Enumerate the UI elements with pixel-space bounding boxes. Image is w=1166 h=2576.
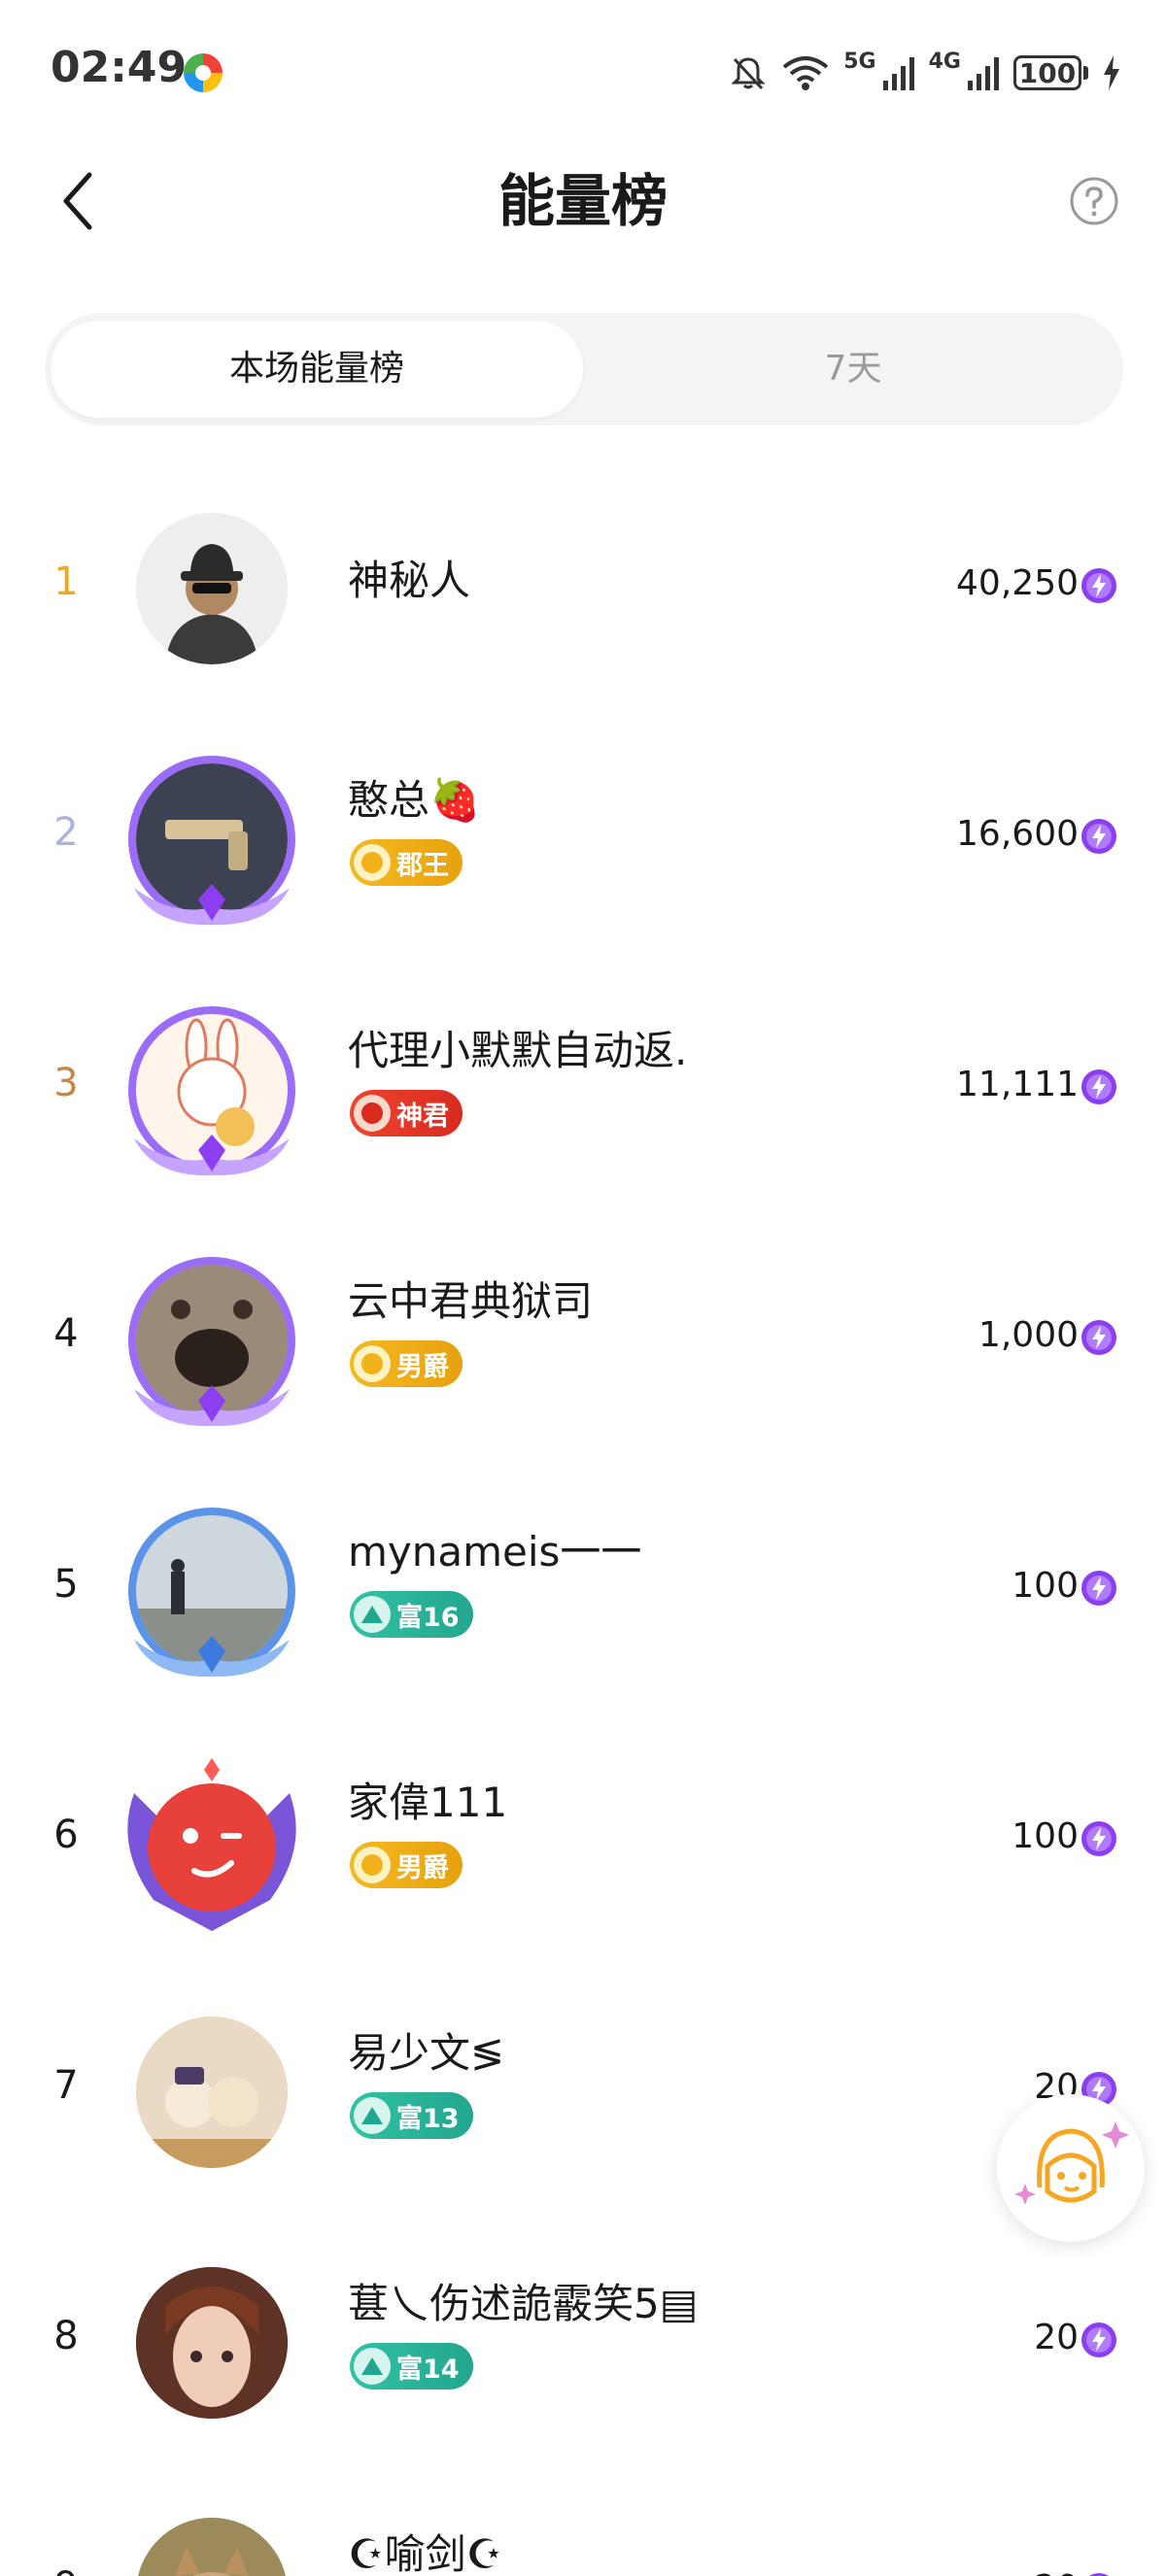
badge-label: 富13 xyxy=(396,2103,460,2134)
rank-number: 7 xyxy=(53,2063,79,2108)
list-item[interactable]: 9 ☪喻剑☪ 20 xyxy=(0,2465,1166,2576)
signal-bars-icon xyxy=(968,57,999,90)
user-name: 神秘人 xyxy=(348,557,471,604)
signal-bars-icon xyxy=(882,57,914,90)
energy-icon xyxy=(1089,2573,1109,2576)
mute-bell-icon xyxy=(731,57,766,90)
energy-icon xyxy=(1081,1320,1116,1355)
avatar-frame-icon xyxy=(134,1135,290,1176)
list-item[interactable]: 2 憨总🍓 郡王 16,600 xyxy=(0,711,1166,962)
avatar-frame-icon xyxy=(127,1758,296,1931)
mystery-person-icon xyxy=(136,513,288,664)
energy-score: 100 xyxy=(1012,1816,1079,1856)
user-name: 云中君典狱司 xyxy=(348,1277,594,1325)
help-button[interactable] xyxy=(1069,176,1119,226)
energy-score: 40,250 xyxy=(956,563,1079,603)
avatar[interactable] xyxy=(115,2255,309,2434)
wifi-icon xyxy=(782,56,829,90)
energy-score: 16,600 xyxy=(956,814,1079,854)
user-name: 家偉111 xyxy=(348,1779,508,1826)
rank-number: 6 xyxy=(53,1813,79,1857)
list-item[interactable]: 6 家偉111 男爵 100 xyxy=(0,1713,1166,1964)
battery-indicator: 100 xyxy=(1013,55,1088,90)
avatar-image xyxy=(136,2267,288,2419)
badge-label: 神君 xyxy=(396,1101,449,1132)
energy-icon xyxy=(1081,568,1116,603)
rank-number: 1 xyxy=(53,559,79,604)
energy-score: 20 xyxy=(1034,2568,1079,2576)
user-name: 代理小默默自动返. xyxy=(348,1027,688,1074)
avatar-frame-icon xyxy=(134,1636,290,1678)
energy-icon xyxy=(1081,819,1116,854)
avatar[interactable] xyxy=(115,2506,309,2576)
avatar[interactable] xyxy=(115,752,309,931)
charging-bolt-icon xyxy=(1104,55,1119,90)
user-name: mynameis一一 xyxy=(348,1528,642,1576)
energy-icon xyxy=(1081,1571,1116,1606)
user-name: 憨总🍓 xyxy=(348,776,481,824)
rank-badge: 郡王 xyxy=(350,839,463,886)
tab-switcher: 本场能量榜 7天 xyxy=(45,313,1123,425)
app-logo-icon xyxy=(184,53,223,92)
rank-number: 9 xyxy=(47,2564,86,2576)
rank-number: 8 xyxy=(53,2314,79,2358)
list-item[interactable]: 3 代理小默默自动返. 神君 11,111 xyxy=(0,962,1166,1212)
list-item[interactable]: 4 云中君典狱司 男爵 1,000 xyxy=(0,1212,1166,1463)
status-bar: 02:49 5G 4G 100 xyxy=(0,0,1166,146)
user-name: ☪喻剑☪ xyxy=(348,2530,503,2576)
battery-level: 100 xyxy=(1013,55,1081,90)
assistant-avatar-icon xyxy=(1014,2121,1129,2205)
tab-current-session[interactable]: 本场能量榜 xyxy=(51,321,583,418)
badge-label: 富16 xyxy=(396,1602,460,1633)
rank-number: 5 xyxy=(53,1562,79,1607)
energy-icon xyxy=(1081,2322,1116,2357)
badge-label: 郡王 xyxy=(396,850,449,881)
avatar[interactable] xyxy=(115,1002,309,1181)
rank-number: 2 xyxy=(53,810,79,855)
rank-number: 3 xyxy=(53,1061,79,1105)
badge-label: 富14 xyxy=(396,2354,460,2385)
avatar-image xyxy=(136,2518,288,2576)
energy-score: 20 xyxy=(1034,2318,1079,2357)
rank-number: 4 xyxy=(53,1311,79,1356)
rank-badge: 富14 xyxy=(350,2343,473,2390)
tab-7-days[interactable]: 7天 xyxy=(589,321,1117,418)
energy-score: 100 xyxy=(1012,1566,1079,1606)
assistant-button[interactable] xyxy=(997,2094,1145,2242)
badge-label: 男爵 xyxy=(396,1351,449,1382)
rank-badge: 男爵 xyxy=(350,1340,463,1387)
status-icons: 5G 4G 100 xyxy=(729,49,1121,97)
user-name: 葚乀伤述詭霰笑5▤ xyxy=(348,2280,699,2327)
rank-badge: 富16 xyxy=(350,1591,473,1638)
list-item[interactable]: 8 葚乀伤述詭霰笑5▤ 富14 20 xyxy=(0,2215,1166,2465)
list-item[interactable]: 5 mynameis一一 富16 100 xyxy=(0,1463,1166,1713)
avatar-frame-icon xyxy=(134,1385,290,1427)
avatar[interactable] xyxy=(115,1253,309,1432)
signal-4g-label: 4G xyxy=(928,49,961,74)
status-time: 02:49 xyxy=(51,43,188,92)
list-item[interactable]: 1 神秘人 40,250 xyxy=(0,460,1166,711)
rank-badge: 男爵 xyxy=(350,1842,463,1888)
signal-5g-label: 5G xyxy=(843,49,876,74)
list-item[interactable]: 7 易少文≶ 富13 20 xyxy=(0,1964,1166,2215)
energy-score: 1,000 xyxy=(977,1315,1079,1355)
rank-badge: 富13 xyxy=(350,2092,473,2139)
avatar[interactable] xyxy=(115,2005,309,2184)
avatar[interactable] xyxy=(115,501,309,680)
user-name: 易少文≶ xyxy=(348,2029,505,2077)
avatar[interactable] xyxy=(115,1504,309,1682)
energy-icon xyxy=(1081,1069,1116,1104)
energy-icon xyxy=(1081,1821,1116,1856)
rank-badge: 神君 xyxy=(350,1090,463,1136)
page-title: 能量榜 xyxy=(497,168,668,234)
avatar[interactable] xyxy=(115,1754,309,1933)
energy-score: 11,111 xyxy=(956,1065,1079,1104)
avatar-frame-icon xyxy=(134,884,290,926)
avatar-image xyxy=(136,2017,288,2168)
badge-label: 男爵 xyxy=(396,1852,449,1883)
